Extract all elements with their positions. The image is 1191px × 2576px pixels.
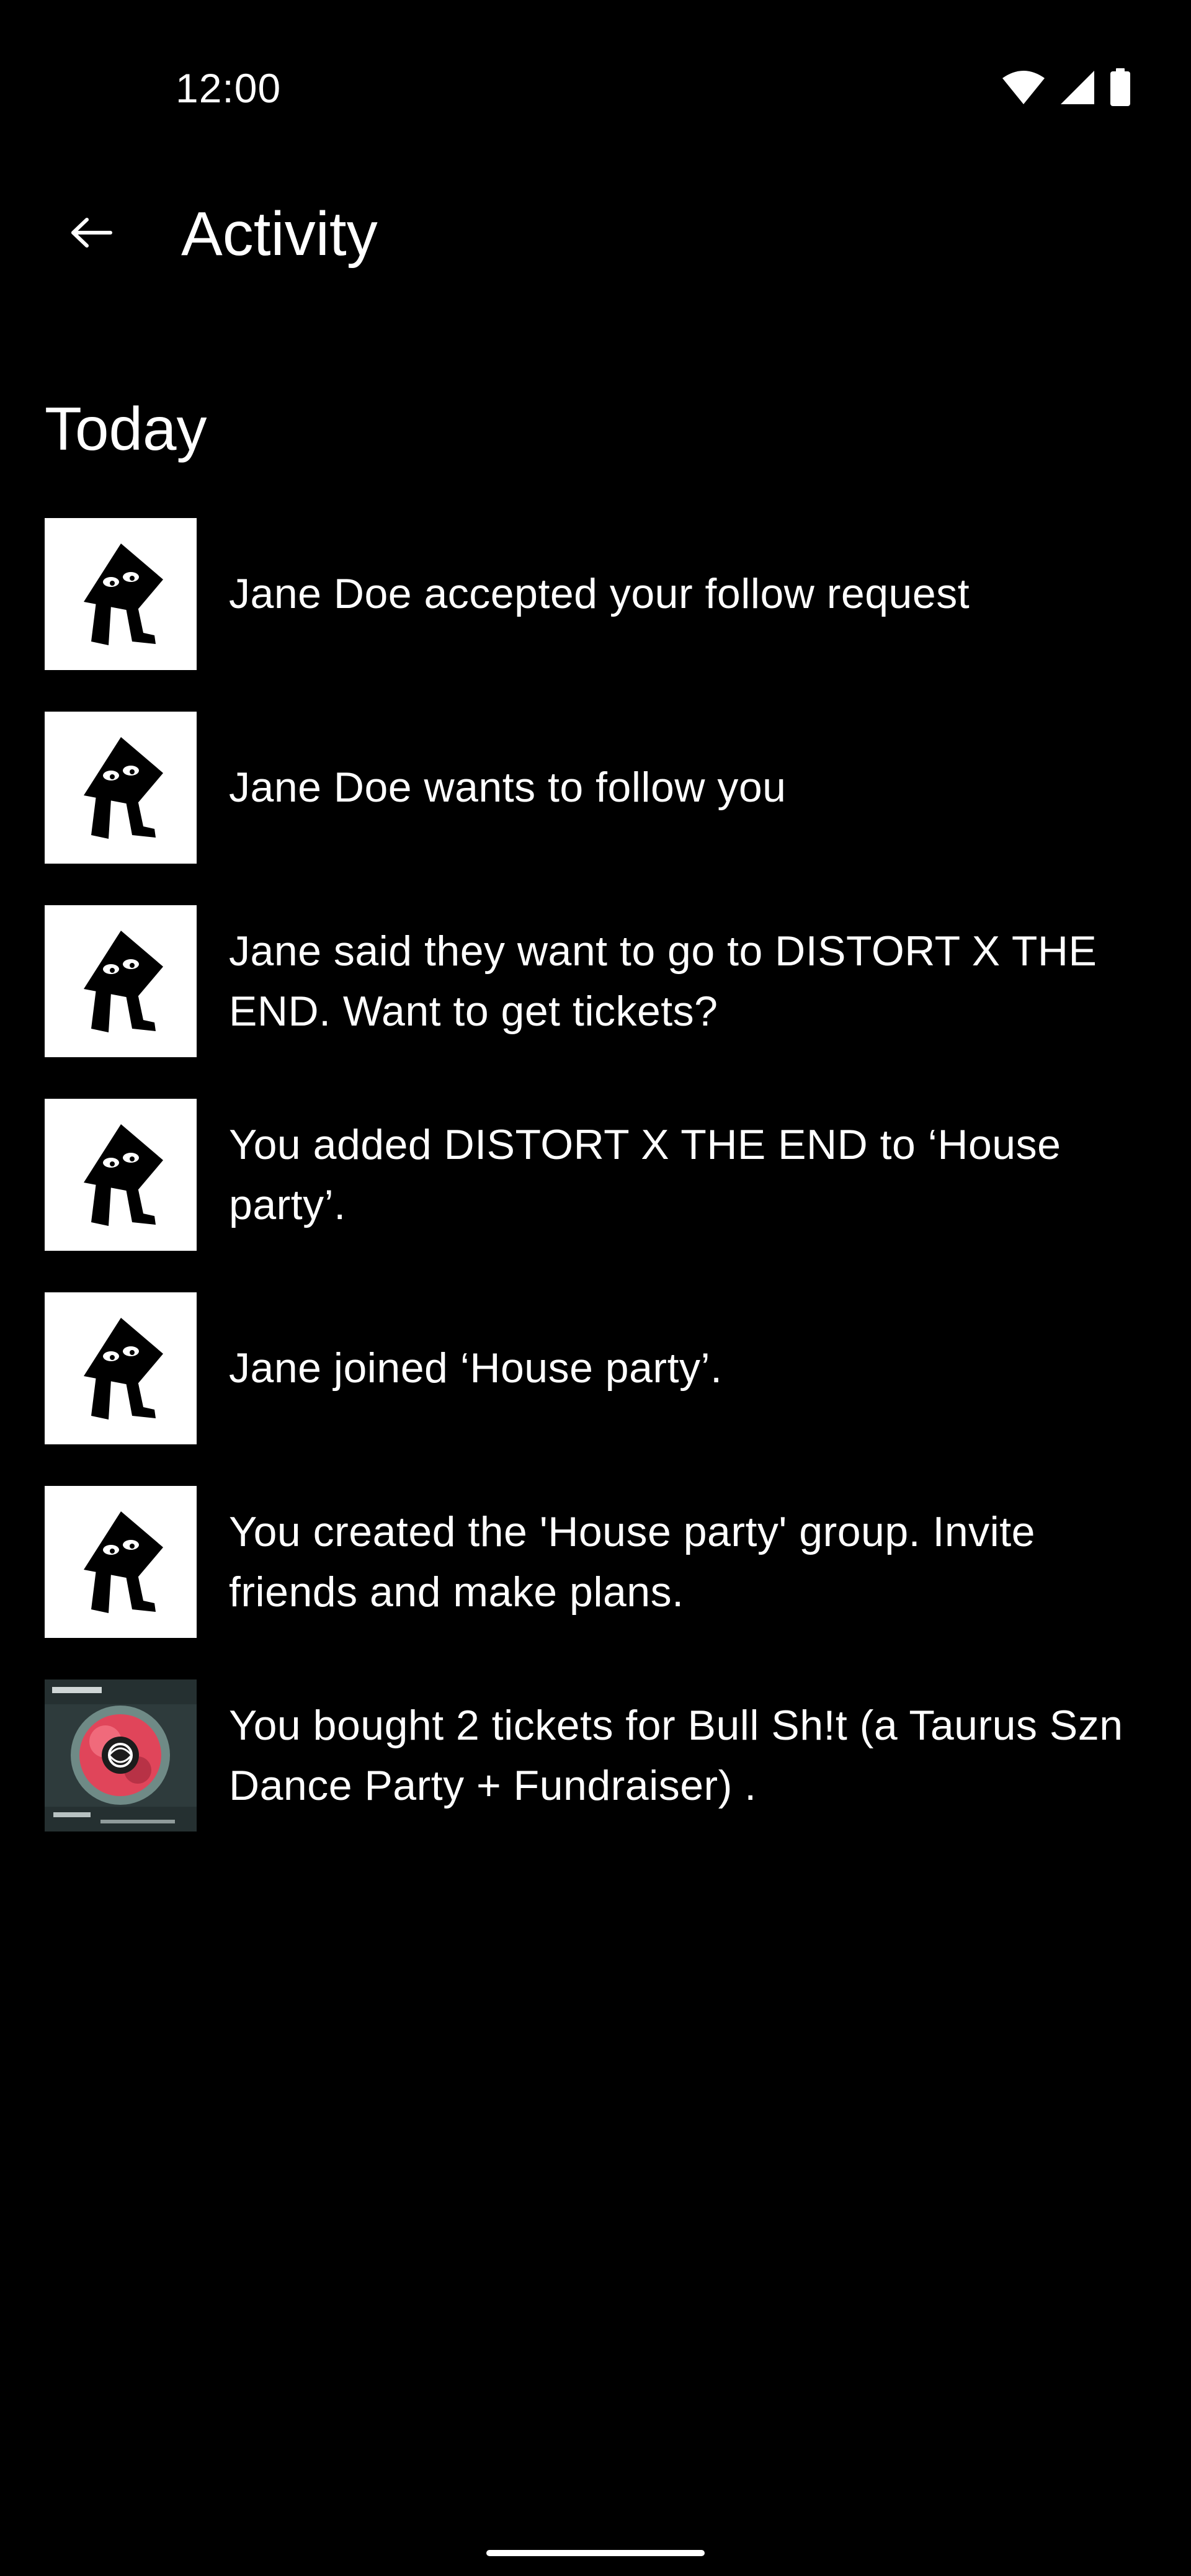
activity-item[interactable]: You added DISTORT X THE END to ‘House pa… <box>45 1099 1161 1251</box>
avatar <box>45 1099 197 1251</box>
activity-item[interactable]: Jane said they want to go to DISTORT X T… <box>45 905 1161 1057</box>
emoji-character-icon <box>83 1317 163 1420</box>
home-indicator[interactable] <box>486 2550 705 2556</box>
avatar <box>45 1486 197 1638</box>
avatar <box>45 905 197 1057</box>
activity-item[interactable]: You bought 2 tickets for Bull Sh!t (a Ta… <box>45 1679 1161 1831</box>
event-poster-image <box>45 1679 197 1831</box>
activity-list: Jane Doe accepted your follow request Ja… <box>45 518 1161 1873</box>
avatar <box>45 712 197 864</box>
activity-text: You bought 2 tickets for Bull Sh!t (a Ta… <box>229 1701 1123 1809</box>
arrow-left-icon <box>69 217 113 251</box>
battery-icon <box>1109 68 1131 110</box>
emoji-character-icon <box>83 1124 163 1226</box>
wifi-icon <box>1001 69 1046 109</box>
activity-text: You created the 'House party' group. Inv… <box>229 1508 1035 1616</box>
back-button[interactable] <box>57 200 125 268</box>
activity-item[interactable]: You created the 'House party' group. Inv… <box>45 1486 1161 1638</box>
emoji-character-icon <box>83 930 163 1032</box>
avatar <box>45 1292 197 1444</box>
activity-item[interactable]: Jane Doe accepted your follow request <box>45 518 1161 670</box>
page-title: Activity <box>181 199 378 269</box>
section-heading-today: Today <box>45 395 207 463</box>
activity-text: Jane said they want to go to DISTORT X T… <box>229 927 1097 1035</box>
app-bar: Activity <box>0 174 1191 292</box>
event-poster-icon <box>45 1679 197 1831</box>
activity-text: Jane Doe accepted your follow request <box>229 570 970 617</box>
activity-item[interactable]: Jane joined ‘House party’. <box>45 1292 1161 1444</box>
activity-text: Jane joined ‘House party’. <box>229 1344 723 1392</box>
status-bar: 12:00 <box>0 0 1191 143</box>
signal-icon <box>1059 69 1095 109</box>
status-time: 12:00 <box>176 65 282 111</box>
activity-text: Jane Doe wants to follow you <box>229 764 787 811</box>
activity-item[interactable]: Jane Doe wants to follow you <box>45 712 1161 864</box>
emoji-character-icon <box>83 543 163 645</box>
emoji-character-icon <box>83 736 163 839</box>
activity-text: You added DISTORT X THE END to ‘House pa… <box>229 1120 1061 1228</box>
status-icons <box>1001 68 1131 110</box>
emoji-character-icon <box>83 1511 163 1613</box>
avatar <box>45 518 197 670</box>
